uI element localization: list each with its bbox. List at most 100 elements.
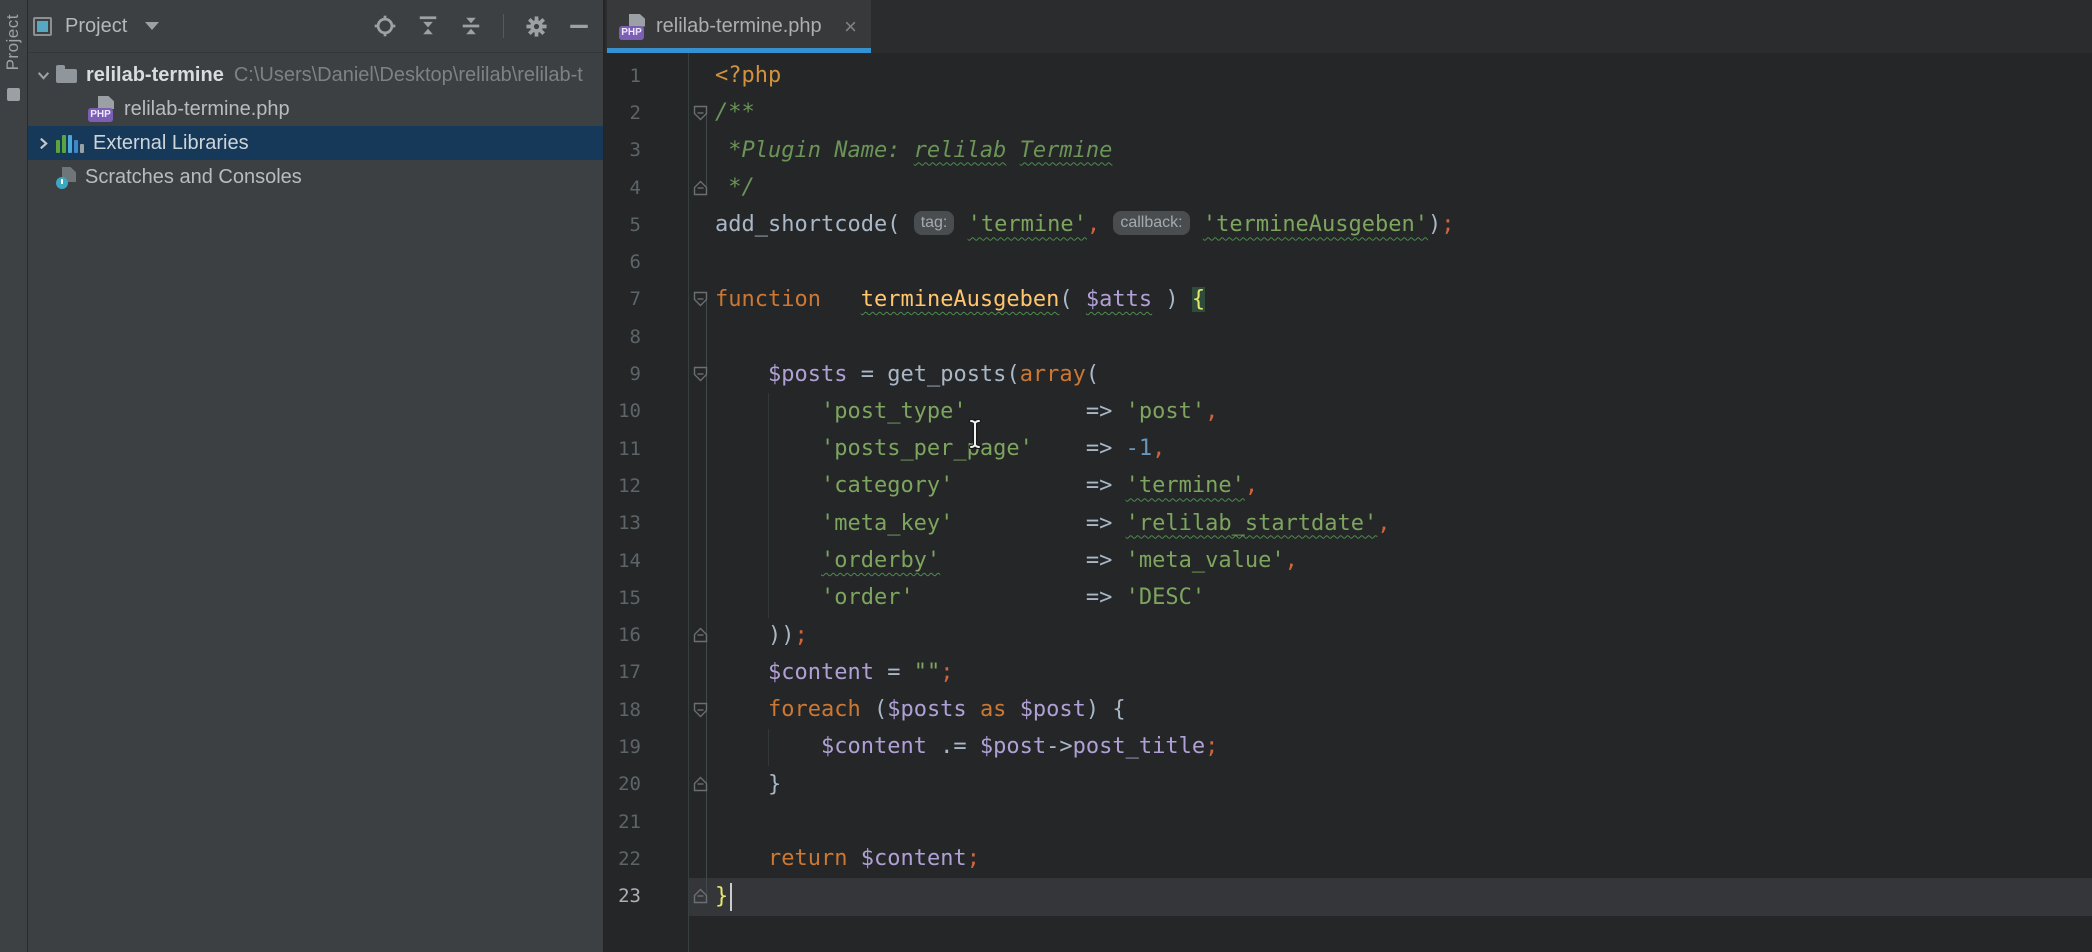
- line-number-5[interactable]: 5: [605, 214, 641, 236]
- fold-marker[interactable]: [641, 355, 715, 392]
- tree-item-external-libraries[interactable]: External Libraries: [28, 126, 603, 160]
- fold-marker[interactable]: [641, 766, 715, 803]
- code-text[interactable]: <?php: [715, 63, 2092, 88]
- line-number-2[interactable]: 2: [605, 102, 641, 124]
- project-view-combo-icon[interactable]: [33, 17, 52, 36]
- line-number-3[interactable]: 3: [605, 139, 641, 161]
- line-number-20[interactable]: 20: [605, 773, 641, 795]
- line-number-8[interactable]: 8: [605, 326, 641, 348]
- fold-marker[interactable]: [641, 94, 715, 131]
- chevron-expanded-icon[interactable]: [30, 68, 56, 83]
- code-area[interactable]: 1 <?php 2 /** 3 *Plugin Name: relilab Termin…: [605, 53, 2092, 952]
- line-number-18[interactable]: 18: [605, 699, 641, 721]
- line-number-23[interactable]: 23: [605, 885, 641, 907]
- expand-all-icon[interactable]: [417, 15, 439, 37]
- tree-item-scratches-and-consoles[interactable]: Scratches and Consoles: [28, 160, 603, 194]
- code-text[interactable]: 'category' => 'termine',: [715, 473, 2092, 498]
- code-line-11[interactable]: 11 'posts_per_page' => -1,: [605, 430, 2092, 467]
- code-line-12[interactable]: 12 'category' => 'termine',: [605, 467, 2092, 504]
- tab-close-icon[interactable]: ×: [844, 17, 857, 37]
- token-pln: [1190, 212, 1203, 237]
- code-text[interactable]: 'orderby' => 'meta_value',: [715, 548, 2092, 573]
- code-line-9[interactable]: 9 $posts = get_posts(array(: [605, 355, 2092, 392]
- token-pln: =>: [1086, 511, 1126, 536]
- code-text[interactable]: add_shortcode( tag: 'termine', callback:…: [715, 212, 2092, 237]
- chevron-collapsed-icon[interactable]: [30, 136, 56, 151]
- code-line-15[interactable]: 15 'order' => 'DESC': [605, 579, 2092, 616]
- line-number-1[interactable]: 1: [605, 65, 641, 87]
- code-text[interactable]: ));: [715, 623, 2092, 648]
- line-number-9[interactable]: 9: [605, 363, 641, 385]
- code-line-3[interactable]: 3 *Plugin Name: relilab Termine: [605, 132, 2092, 169]
- code-text[interactable]: $posts = get_posts(array(: [715, 362, 2092, 387]
- code-line-5[interactable]: 5 add_shortcode( tag: 'termine', callback…: [605, 206, 2092, 243]
- code-text[interactable]: $content = "";: [715, 660, 2092, 685]
- token-pln: =>: [1086, 473, 1126, 498]
- code-text[interactable]: /**: [715, 100, 2092, 125]
- locate-file-icon[interactable]: [374, 15, 396, 37]
- fold-column: [641, 728, 715, 765]
- tree-item-relilab-termine-php[interactable]: PHPrelilab-termine.php: [28, 92, 603, 126]
- tree-item-relilab-termine[interactable]: relilab-termineC:\Users\Daniel\Desktop\r…: [28, 58, 603, 92]
- stripe-tool-icon[interactable]: [7, 88, 20, 101]
- chevron-down-icon[interactable]: [145, 22, 159, 30]
- line-number-7[interactable]: 7: [605, 288, 641, 310]
- fold-marker[interactable]: [641, 691, 715, 728]
- line-number-22[interactable]: 22: [605, 848, 641, 870]
- project-panel-title[interactable]: Project: [65, 15, 127, 38]
- line-number-11[interactable]: 11: [605, 438, 641, 460]
- code-line-7[interactable]: 7 function termineAusgeben( $atts ) {: [605, 281, 2092, 318]
- code-text[interactable]: *Plugin Name: relilab Termine: [715, 138, 2092, 163]
- editor-tab-bar: PHP relilab-termine.php ×: [605, 0, 2092, 53]
- line-number-21[interactable]: 21: [605, 811, 641, 833]
- collapse-all-icon[interactable]: [460, 15, 482, 37]
- token-num: -1: [1126, 436, 1153, 461]
- line-number-16[interactable]: 16: [605, 624, 641, 646]
- fold-marker[interactable]: [641, 878, 715, 915]
- code-text[interactable]: }: [715, 884, 2092, 909]
- code-line-19[interactable]: 19 $content .= $post->post_title;: [605, 728, 2092, 765]
- code-line-23[interactable]: 23}: [605, 878, 2092, 915]
- code-line-21[interactable]: 21: [605, 803, 2092, 840]
- line-number-4[interactable]: 4: [605, 177, 641, 199]
- code-line-18[interactable]: 18 foreach ($posts as $post) {: [605, 691, 2092, 728]
- stripe-project-button[interactable]: Project: [3, 14, 23, 70]
- code-text[interactable]: foreach ($posts as $post) {: [715, 697, 2092, 722]
- fold-marker[interactable]: [641, 169, 715, 206]
- code-line-2[interactable]: 2 /**: [605, 94, 2092, 131]
- code-text[interactable]: $content .= $post->post_title;: [715, 734, 2092, 759]
- line-number-15[interactable]: 15: [605, 587, 641, 609]
- code-text[interactable]: 'post_type' => 'post',: [715, 399, 2092, 424]
- line-number-19[interactable]: 19: [605, 736, 641, 758]
- hide-panel-icon[interactable]: [569, 16, 589, 36]
- line-number-14[interactable]: 14: [605, 550, 641, 572]
- token-str: 'order': [821, 585, 914, 610]
- fold-marker[interactable]: [641, 616, 715, 653]
- code-line-8[interactable]: 8: [605, 318, 2092, 355]
- code-line-20[interactable]: 20 }: [605, 766, 2092, 803]
- code-text[interactable]: 'order' => 'DESC': [715, 585, 2092, 610]
- line-number-13[interactable]: 13: [605, 512, 641, 534]
- settings-gear-icon[interactable]: [525, 15, 548, 38]
- line-number-17[interactable]: 17: [605, 661, 641, 683]
- code-line-10[interactable]: 10 'post_type' => 'post',: [605, 393, 2092, 430]
- line-number-6[interactable]: 6: [605, 251, 641, 273]
- code-text[interactable]: }: [715, 772, 2092, 797]
- code-text[interactable]: return $content;: [715, 846, 2092, 871]
- code-line-14[interactable]: 14 'orderby' => 'meta_value',: [605, 542, 2092, 579]
- code-text[interactable]: function termineAusgeben( $atts ) {: [715, 287, 2092, 312]
- code-text[interactable]: 'posts_per_page' => -1,: [715, 436, 2092, 461]
- code-text[interactable]: */: [715, 175, 2092, 200]
- code-line-1[interactable]: 1 <?php: [605, 57, 2092, 94]
- line-number-10[interactable]: 10: [605, 400, 641, 422]
- line-number-12[interactable]: 12: [605, 475, 641, 497]
- tab-relilab-termine-php[interactable]: PHP relilab-termine.php ×: [607, 0, 871, 53]
- fold-marker[interactable]: [641, 281, 715, 318]
- code-line-17[interactable]: 17 $content = "";: [605, 654, 2092, 691]
- code-line-22[interactable]: 22 return $content;: [605, 840, 2092, 877]
- code-line-6[interactable]: 6: [605, 243, 2092, 280]
- code-line-4[interactable]: 4 */: [605, 169, 2092, 206]
- code-line-16[interactable]: 16 ));: [605, 616, 2092, 653]
- code-text[interactable]: 'meta_key' => 'relilab_startdate',: [715, 511, 2092, 536]
- code-line-13[interactable]: 13 'meta_key' => 'relilab_startdate',: [605, 505, 2092, 542]
